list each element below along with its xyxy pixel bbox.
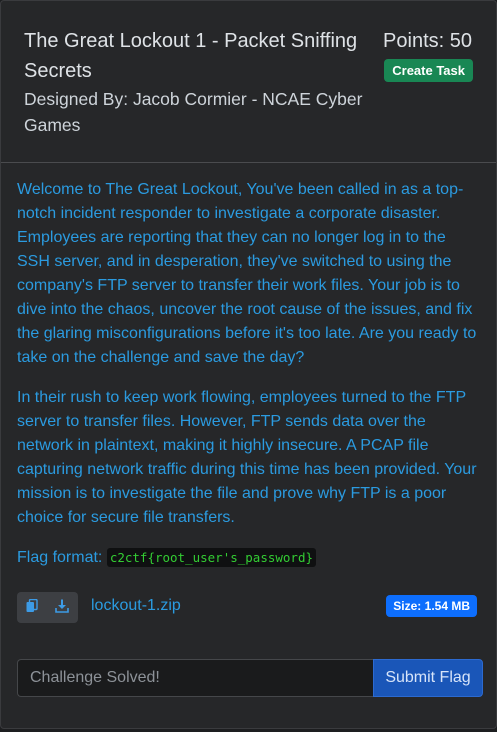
points-label: Points: 50 <box>383 30 472 52</box>
flag-submission-form: Submit Flag <box>17 659 483 697</box>
download-icon <box>55 599 69 616</box>
challenge-header: The Great Lockout 1 - Packet Sniffing Se… <box>1 1 496 163</box>
copy-link-button[interactable] <box>17 592 47 623</box>
file-actions <box>17 592 78 623</box>
description-paragraph: Welcome to The Great Lockout, You've bee… <box>17 181 477 366</box>
file-attachment: lockout-1.zip Size: 1.54 MB <box>17 592 481 623</box>
flag-input[interactable] <box>17 659 373 697</box>
download-button[interactable] <box>47 592 77 623</box>
challenge-body: Welcome to The Great Lockout, You've bee… <box>17 178 481 570</box>
challenge-designer: Designed By: Jacob Cormier - NCAE Cyber … <box>24 89 363 135</box>
flag-format-code: c2ctf{root_user's_password} <box>106 548 317 567</box>
flag-format-label: Flag format: <box>17 549 103 566</box>
file-size-badge: Size: 1.54 MB <box>386 595 477 617</box>
copy-icon <box>26 598 38 616</box>
description-paragraph: In their rush to keep work flowing, empl… <box>17 389 477 526</box>
flag-format: Flag format: c2ctf{root_user's_password} <box>17 546 481 570</box>
challenge-title: The Great Lockout 1 - Packet Sniffing Se… <box>24 30 358 82</box>
file-name-link[interactable]: lockout-1.zip <box>91 597 181 615</box>
challenge-description: Welcome to The Great Lockout, You've bee… <box>17 178 481 530</box>
create-task-button[interactable]: Create Task <box>384 59 473 82</box>
challenge-card: The Great Lockout 1 - Packet Sniffing Se… <box>0 0 497 729</box>
submit-flag-button[interactable]: Submit Flag <box>373 659 483 697</box>
